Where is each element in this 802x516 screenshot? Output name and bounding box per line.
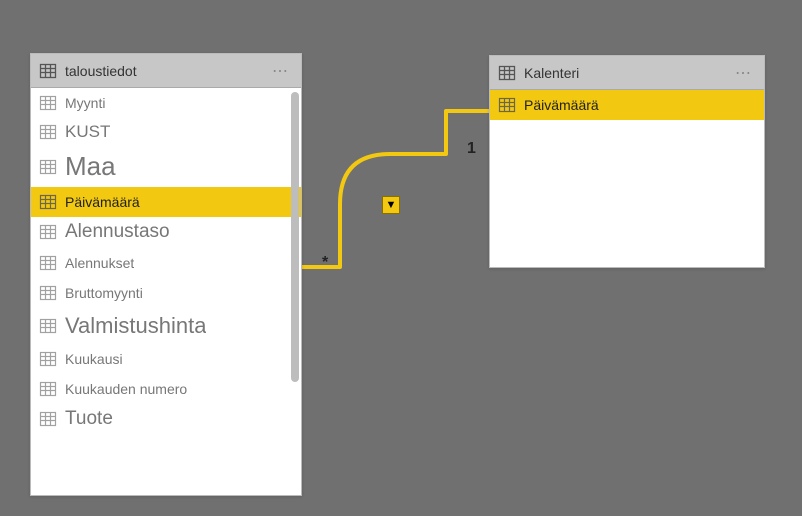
field-label: Maa	[65, 151, 116, 182]
column-icon	[39, 123, 57, 141]
field-label: Päivämäärä	[65, 194, 140, 210]
table-title: Kalenteri	[524, 65, 731, 81]
field-label: Bruttomyynti	[65, 285, 143, 301]
column-icon	[39, 380, 57, 398]
field-list[interactable]: Myynti KUST Maa Päivämäärä Alennustaso Alennu…	[31, 88, 301, 495]
table-header[interactable]: Kalenteri ⋯	[490, 56, 764, 90]
field-row[interactable]: Tuote	[31, 404, 301, 435]
column-icon	[39, 317, 57, 335]
arrow-down-icon: ▼	[386, 199, 397, 211]
column-icon	[39, 410, 57, 428]
field-label: KUST	[65, 122, 110, 142]
column-icon	[39, 223, 57, 241]
field-label: Myynti	[65, 95, 105, 111]
field-row[interactable]: Alennukset	[31, 248, 301, 278]
relationship-many-label: *	[322, 254, 328, 272]
relationship-one-label: 1	[467, 140, 476, 158]
scrollbar-thumb[interactable]	[291, 92, 299, 382]
field-label: Valmistushinta	[65, 313, 206, 339]
field-label: Kuukausi	[65, 351, 123, 367]
field-label: Kuukauden numero	[65, 381, 187, 397]
field-row[interactable]: Kuukauden numero	[31, 374, 301, 404]
more-options-button[interactable]: ⋯	[731, 63, 756, 83]
field-label: Alennustaso	[65, 221, 170, 243]
model-canvas[interactable]: * 1 ▼ taloustiedot ⋯ Myynti KUST Maa Päiväm…	[0, 0, 802, 516]
column-icon	[39, 254, 57, 272]
table-taloustiedot[interactable]: taloustiedot ⋯ Myynti KUST Maa Päivämäärä Al…	[30, 53, 302, 496]
field-label: Alennukset	[65, 255, 134, 271]
field-row[interactable]: Myynti	[31, 88, 301, 118]
column-icon	[39, 350, 57, 368]
field-label: Tuote	[65, 408, 113, 430]
table-icon	[39, 62, 57, 80]
table-header[interactable]: taloustiedot ⋯	[31, 54, 301, 88]
relationship-direction-indicator[interactable]: ▼	[382, 196, 400, 214]
column-icon	[39, 284, 57, 302]
field-label: Päivämäärä	[524, 97, 599, 113]
column-icon	[39, 94, 57, 112]
field-row[interactable]: KUST	[31, 118, 301, 147]
field-list[interactable]: Päivämäärä	[490, 90, 764, 267]
field-row[interactable]: Päivämäärä	[490, 90, 764, 120]
field-row[interactable]: Alennustaso	[31, 217, 301, 248]
field-row[interactable]: Valmistushinta	[31, 308, 301, 344]
field-row[interactable]: Päivämäärä	[31, 187, 301, 217]
field-row[interactable]: Kuukausi	[31, 344, 301, 374]
field-row[interactable]: Bruttomyynti	[31, 278, 301, 308]
more-options-button[interactable]: ⋯	[268, 61, 293, 81]
column-icon	[498, 96, 516, 114]
table-title: taloustiedot	[65, 63, 268, 79]
table-icon	[498, 64, 516, 82]
field-row[interactable]: Maa	[31, 147, 301, 187]
column-icon	[39, 193, 57, 211]
table-kalenteri[interactable]: Kalenteri ⋯ Päivämäärä	[489, 55, 765, 268]
column-icon	[39, 158, 57, 176]
